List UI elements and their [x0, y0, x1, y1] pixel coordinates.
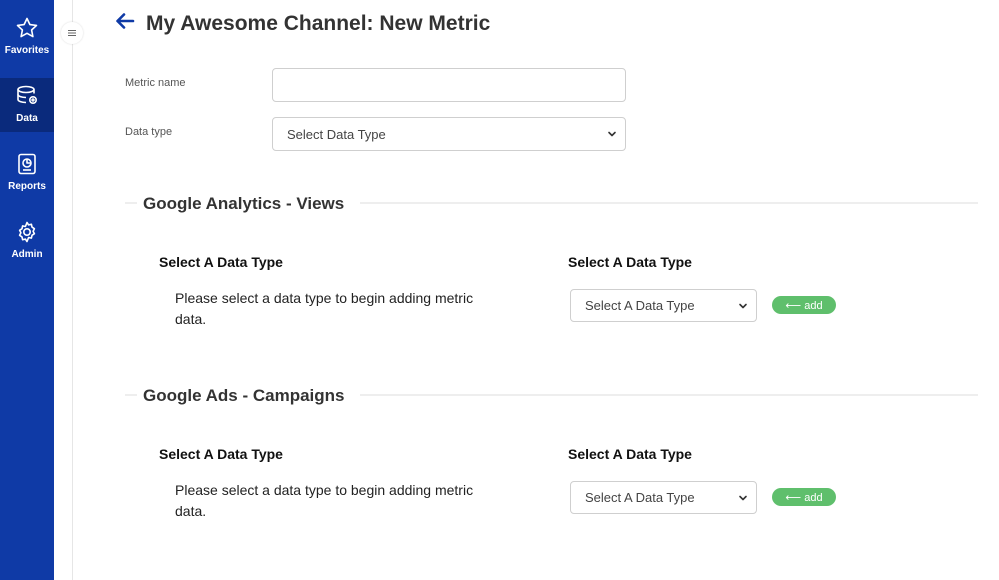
- column-heading: Select A Data Type: [568, 446, 692, 462]
- sidebar-item-admin[interactable]: Admin: [0, 214, 54, 268]
- section-divider: [125, 394, 137, 396]
- chevron-down-icon: [739, 495, 747, 500]
- help-text: Please select a data type to begin addin…: [175, 290, 474, 327]
- sidebar-item-label: Favorites: [4, 45, 50, 56]
- sidebar-item-label: Reports: [8, 181, 46, 192]
- sidebar: Favorites Data Reports Admin: [0, 0, 54, 580]
- page-title: My Awesome Channel: New Metric: [146, 12, 491, 35]
- data-type-select-value: Select Data Type: [287, 126, 386, 142]
- sidebar-item-favorites[interactable]: Favorites: [0, 10, 54, 64]
- sidebar-item-label: Data: [16, 113, 38, 124]
- star-icon: [16, 17, 38, 38]
- data-type-select[interactable]: Select Data Type: [272, 117, 626, 151]
- sidebar-item-label: Admin: [11, 249, 43, 260]
- select-value: Select A Data Type: [585, 490, 695, 505]
- sidebar-divider: [72, 0, 73, 580]
- data-type-select[interactable]: Select A Data Type: [570, 481, 757, 514]
- help-text: Please select a data type to begin addin…: [175, 482, 474, 519]
- section-title: Google Ads - Campaigns: [143, 386, 345, 405]
- section-divider: [360, 394, 978, 396]
- section-divider: [360, 202, 978, 204]
- sidebar-toggle-button[interactable]: [61, 22, 83, 44]
- column-heading: Select A Data Type: [159, 446, 283, 462]
- select-value: Select A Data Type: [585, 298, 695, 313]
- add-button[interactable]: ⟵ add: [772, 296, 836, 314]
- metric-name-label: Metric name: [125, 77, 186, 89]
- section-title: Google Analytics - Views: [143, 194, 345, 213]
- database-icon: [17, 85, 38, 105]
- data-type-select[interactable]: Select A Data Type: [570, 289, 757, 322]
- metric-name-input[interactable]: [272, 68, 626, 102]
- data-type-label: Data type: [125, 126, 173, 138]
- column-heading: Select A Data Type: [568, 254, 692, 270]
- section-divider: [125, 202, 137, 204]
- menu-icon: [68, 30, 76, 36]
- sidebar-item-data[interactable]: Data: [0, 78, 54, 132]
- chevron-down-icon: [608, 131, 616, 137]
- gear-icon: [18, 221, 36, 243]
- column-heading: Select A Data Type: [159, 254, 283, 270]
- add-button[interactable]: ⟵ add: [772, 488, 836, 506]
- chevron-down-icon: [739, 303, 747, 308]
- report-icon: [18, 153, 36, 175]
- sidebar-item-reports[interactable]: Reports: [0, 146, 54, 200]
- back-arrow-icon[interactable]: [114, 11, 136, 33]
